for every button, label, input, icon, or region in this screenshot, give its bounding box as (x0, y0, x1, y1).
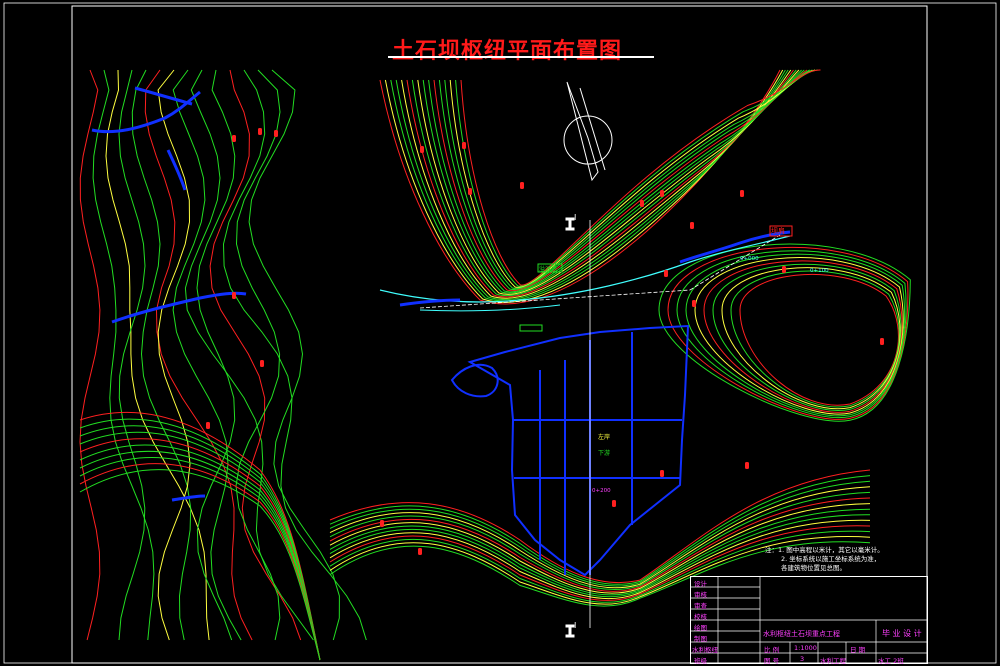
tb-scale-value: 1:1000 (794, 644, 817, 652)
contour-line (196, 69, 236, 641)
note-line: 各建筑物位置见总图。 (781, 564, 846, 572)
elevation-marker (468, 188, 472, 195)
contour-line (712, 263, 902, 411)
contour-line (79, 438, 321, 661)
tb-scale-label: 比 例 (764, 646, 780, 654)
elevation-marker (782, 266, 786, 273)
north-arrow-icon (563, 81, 613, 182)
note-line: 注：1. 图中高程以米计，其它以毫米计。 (765, 546, 884, 554)
intake-label-box (519, 324, 543, 332)
elevation-marker (745, 462, 749, 469)
elevation-marker (660, 190, 664, 197)
contour-line (730, 270, 900, 408)
section-mark-bottom (565, 624, 575, 638)
contour-line (79, 444, 321, 661)
elevation-marker (660, 470, 664, 477)
elevation-marker (462, 142, 466, 149)
tb-row-label: 设计 (694, 580, 707, 588)
note-line: 2. 坐标系统以施工坐标系统为准， (781, 555, 881, 563)
elevation-marker (690, 222, 694, 229)
section-mark-top-label: I (574, 213, 577, 222)
tb-row-label: 校核 (694, 613, 707, 621)
tb-sheet-label: 图 号 (764, 657, 780, 665)
elevation-marker (880, 338, 884, 345)
downstream-label: 下游 (598, 450, 611, 457)
elevation-marker (206, 422, 210, 429)
contour-line (455, 69, 818, 287)
contour-line (79, 431, 321, 661)
contour-line (235, 69, 281, 641)
elevation-marker (420, 146, 424, 153)
tb-row-label: 审查 (694, 602, 707, 610)
contour-line (79, 469, 321, 661)
elevation-marker (640, 200, 644, 207)
elevation-marker (740, 190, 744, 197)
elevation-marker (258, 128, 262, 135)
section-mark-bottom-label: I (574, 621, 577, 630)
elevation-marker (232, 135, 236, 142)
spillway-label: 溢洪道 (539, 266, 558, 273)
station-label-1: 0+000 (740, 256, 759, 262)
section-mark-top (565, 217, 575, 231)
abutment-label: 坝肩 (771, 227, 785, 235)
elevation-marker (380, 520, 384, 527)
elevation-marker (232, 292, 236, 299)
drawing-title: 土石坝枢纽平面布置图 (392, 39, 623, 64)
contour-line (739, 273, 899, 406)
station-label-2: 0+100 (810, 268, 829, 274)
elevation-marker (612, 500, 616, 507)
tb-sheet-value: 3 (800, 655, 805, 663)
tb-row-label: 绘图 (694, 624, 707, 632)
tb-row-label: 审核 (694, 591, 707, 599)
contour-line (79, 450, 321, 661)
contour-line (209, 69, 302, 641)
left-bank-label: 左岸 (598, 434, 611, 441)
tb-project-name: 水利枢纽土石坝重点工程 (763, 630, 840, 638)
tb-row-label: 水利枢纽 (692, 646, 718, 654)
tb-extra-2: 水工 2班 (878, 657, 904, 665)
contour-line (172, 69, 242, 641)
tb-row-label: 制图 (694, 635, 707, 643)
tb-row-label: 班级 (694, 657, 707, 665)
elevation-marker (418, 548, 422, 555)
tb-extra-1: 水利工程 (820, 657, 846, 665)
title-underline (388, 56, 654, 58)
contour-line (329, 491, 871, 590)
station-label-3: 0+200 (592, 488, 611, 494)
tb-design-type: 毕 业 设 计 (882, 629, 922, 638)
elevation-marker (260, 360, 264, 367)
contour-line (419, 304, 561, 312)
elevation-marker (274, 130, 278, 137)
tb-date-label: 日 期 (850, 646, 866, 654)
drawing-notes: 注：1. 图中高程以米计，其它以毫米计。 2. 坐标系统以施工坐标系统为准， 各… (765, 546, 884, 573)
contour-line (79, 463, 321, 661)
dam-structure (450, 324, 690, 577)
elevation-marker (664, 270, 668, 277)
elevation-marker (520, 182, 524, 189)
contour-line (105, 69, 210, 641)
cad-drawing-canvas: 土石坝枢纽平面布置图 溢洪道 坝肩 下游 左岸 0+000 0+100 0+20… (0, 0, 1000, 666)
contour-line (79, 69, 101, 641)
elevation-marker (692, 300, 696, 307)
